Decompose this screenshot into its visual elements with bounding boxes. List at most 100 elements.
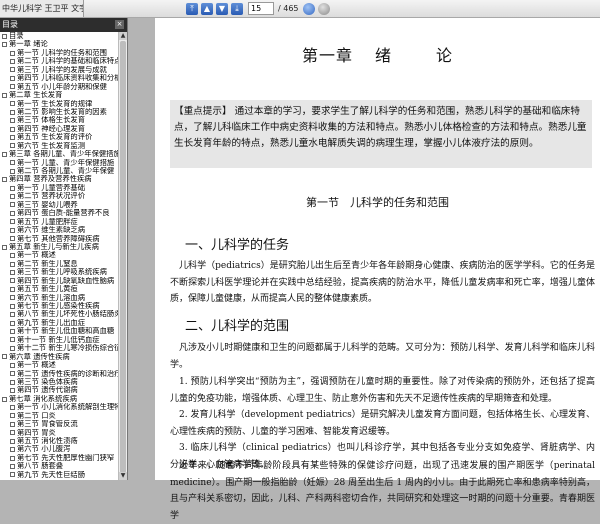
toc-chapter-item[interactable]: 第六章 遗传性疾病 bbox=[0, 353, 118, 361]
toc-node-icon[interactable] bbox=[10, 362, 15, 368]
toc-node-icon[interactable] bbox=[2, 396, 7, 402]
toc-node-icon[interactable] bbox=[2, 92, 7, 98]
toc-node-icon[interactable] bbox=[10, 286, 15, 292]
toc-section-item[interactable]: 第一节 儿童营养基础 bbox=[0, 184, 118, 192]
toc-section-item[interactable]: 第九节 新生儿出血症 bbox=[0, 319, 118, 327]
toc-node-icon[interactable] bbox=[10, 421, 15, 427]
toc-node-icon[interactable] bbox=[10, 455, 15, 461]
page-number-input[interactable]: 15 bbox=[248, 2, 274, 15]
toc-node-icon[interactable] bbox=[10, 50, 15, 56]
toc-node-icon[interactable] bbox=[10, 84, 15, 90]
toc-section-item[interactable]: 第六节 生长发育监测 bbox=[0, 142, 118, 150]
toc-node-icon[interactable] bbox=[10, 371, 15, 377]
toc-chapter-item[interactable]: 第七章 消化系统疾病 bbox=[0, 395, 118, 403]
toc-node-icon[interactable] bbox=[10, 101, 15, 107]
toc-node-icon[interactable] bbox=[10, 59, 15, 65]
toc-node-icon[interactable] bbox=[10, 143, 15, 149]
toc-section-item[interactable]: 第五节 新生儿黄疸 bbox=[0, 285, 118, 293]
toc-node-icon[interactable] bbox=[10, 447, 15, 453]
toc-node-icon[interactable] bbox=[10, 261, 15, 267]
toc-section-item[interactable]: 第九节 先天性巨结肠 bbox=[0, 471, 118, 479]
refresh-icon[interactable] bbox=[317, 2, 330, 15]
last-page-icon[interactable]: ⤓ bbox=[231, 2, 243, 15]
toc-node-icon[interactable] bbox=[10, 236, 15, 242]
toc-section-item[interactable]: 第一节 生长发育的规律 bbox=[0, 100, 118, 108]
toc-node-icon[interactable] bbox=[10, 227, 15, 233]
toc-node-icon[interactable] bbox=[10, 379, 15, 385]
toc-section-item[interactable]: 第三节 婴幼儿喂养 bbox=[0, 201, 118, 209]
toc-section-item[interactable]: 第二节 新生儿窒息 bbox=[0, 260, 118, 268]
toc-section-item[interactable]: 第四节 遗传代谢病 bbox=[0, 386, 118, 394]
document-tab[interactable]: 中华儿科学 王卫平 文字版 × bbox=[0, 0, 84, 17]
toc-section-item[interactable]: 第十二节 新生儿寒冷损伤综合征 bbox=[0, 344, 118, 352]
scroll-down-icon[interactable]: ▼ bbox=[119, 472, 127, 480]
toc-section-item[interactable]: 第一节 儿科学的任务和范围 bbox=[0, 49, 118, 57]
toc-node-icon[interactable] bbox=[10, 219, 15, 225]
toc-section-item[interactable]: 第七节 其他营养障碍疾病 bbox=[0, 235, 118, 243]
first-page-icon[interactable]: ⤒ bbox=[186, 2, 198, 15]
toc-section-item[interactable]: 第二节 口炎 bbox=[0, 412, 118, 420]
toc-chapter-item[interactable]: 第四章 营养及营养性疾病 bbox=[0, 175, 118, 183]
toc-node-icon[interactable] bbox=[10, 413, 15, 419]
toc-node-icon[interactable] bbox=[2, 354, 7, 360]
toc-section-item[interactable]: 第四节 蛋白质-能量营养不良 bbox=[0, 209, 118, 217]
toc-section-item[interactable]: 第十节 新生儿低血糖和高血糖 bbox=[0, 327, 118, 335]
toc-section-item[interactable]: 第三节 染色体疾病 bbox=[0, 378, 118, 386]
prev-page-icon[interactable]: ▲ bbox=[201, 2, 213, 15]
toc-node-icon[interactable] bbox=[2, 151, 7, 157]
toc-section-item[interactable]: 第二节 影响生长发育的因素 bbox=[0, 108, 118, 116]
toc-node-icon[interactable] bbox=[10, 194, 15, 200]
toc-node-icon[interactable] bbox=[10, 295, 15, 301]
toc-section-item[interactable]: 第十一节 新生儿低钙血症 bbox=[0, 336, 118, 344]
toc-chapter-item[interactable]: 第五章 新生儿与新生儿疾病 bbox=[0, 243, 118, 251]
toc-node-icon[interactable] bbox=[10, 404, 15, 410]
toc-chapter-item[interactable]: 第一章 绪论 bbox=[0, 40, 118, 48]
toc-section-item[interactable]: 第五节 消化性溃疡 bbox=[0, 437, 118, 445]
toc-node-icon[interactable] bbox=[10, 337, 15, 343]
toc-node-icon[interactable] bbox=[10, 202, 15, 208]
toc-section-item[interactable]: 第二节 营养状况评价 bbox=[0, 192, 118, 200]
toc-node-icon[interactable] bbox=[10, 168, 15, 174]
toc-node-icon[interactable] bbox=[10, 472, 15, 478]
toc-section-item[interactable]: 第四节 神经心理发育 bbox=[0, 125, 118, 133]
toc-section-item[interactable]: 第六节 新生儿溶血病 bbox=[0, 294, 118, 302]
go-page-icon[interactable] bbox=[302, 2, 315, 15]
toc-node-icon[interactable] bbox=[2, 244, 7, 250]
toc-section-item[interactable]: 第二节 各期儿童、青少年保健 bbox=[0, 167, 118, 175]
toc-node-icon[interactable] bbox=[10, 160, 15, 166]
toc-node-icon[interactable] bbox=[10, 253, 15, 259]
toc-section-item[interactable]: 第六节 维生素缺乏病 bbox=[0, 226, 118, 234]
toc-chapter-item[interactable]: 第二章 生长发育 bbox=[0, 91, 118, 99]
toc-node-icon[interactable] bbox=[10, 320, 15, 326]
toc-node-icon[interactable] bbox=[2, 42, 7, 48]
toc-section-item[interactable]: 第六节 小儿腹泻 bbox=[0, 445, 118, 453]
toc-node-icon[interactable] bbox=[10, 438, 15, 444]
toc-section-item[interactable]: 第一节 儿童、青少年保健措施 bbox=[0, 159, 118, 167]
toc-node-icon[interactable] bbox=[10, 118, 15, 124]
toc-section-item[interactable]: 第八节 新生儿坏死性小肠结肠炎 bbox=[0, 310, 118, 318]
toc-node-icon[interactable] bbox=[10, 464, 15, 470]
toc-section-item[interactable]: 第三节 儿科学的发展与成就 bbox=[0, 66, 118, 74]
toc-chapter-item[interactable]: 第三章 各期儿童、青少年保健措施 bbox=[0, 150, 118, 158]
toc-node-icon[interactable] bbox=[10, 388, 15, 394]
toc-node-icon[interactable] bbox=[10, 303, 15, 309]
toc-node-icon[interactable] bbox=[10, 345, 15, 351]
toc-section-item[interactable]: 第四节 儿科临床资料收集和分析 bbox=[0, 74, 118, 82]
toc-node-icon[interactable] bbox=[10, 134, 15, 140]
toc-chapter-item[interactable]: 目录 bbox=[0, 32, 118, 40]
toc-section-item[interactable]: 第五节 儿童肥胖症 bbox=[0, 218, 118, 226]
toc-node-icon[interactable] bbox=[10, 75, 15, 81]
toc-node-icon[interactable] bbox=[2, 33, 7, 39]
toc-section-item[interactable]: 第七节 先天性肥厚性幽门狭窄 bbox=[0, 454, 118, 462]
toc-section-item[interactable]: 第三节 胃食管反流 bbox=[0, 420, 118, 428]
toc-node-icon[interactable] bbox=[10, 67, 15, 73]
toc-section-item[interactable]: 第一节 概述 bbox=[0, 361, 118, 369]
toc-node-icon[interactable] bbox=[10, 109, 15, 115]
toc-node-icon[interactable] bbox=[10, 312, 15, 318]
scroll-thumb[interactable] bbox=[120, 41, 126, 473]
scroll-up-icon[interactable]: ▲ bbox=[119, 32, 127, 40]
toc-node-icon[interactable] bbox=[10, 126, 15, 132]
toc-section-item[interactable]: 第三节 新生儿呼吸系统疾病 bbox=[0, 268, 118, 276]
toc-section-item[interactable]: 第五节 小儿年龄分期和保健 bbox=[0, 83, 118, 91]
next-page-icon[interactable]: ▼ bbox=[216, 2, 228, 15]
